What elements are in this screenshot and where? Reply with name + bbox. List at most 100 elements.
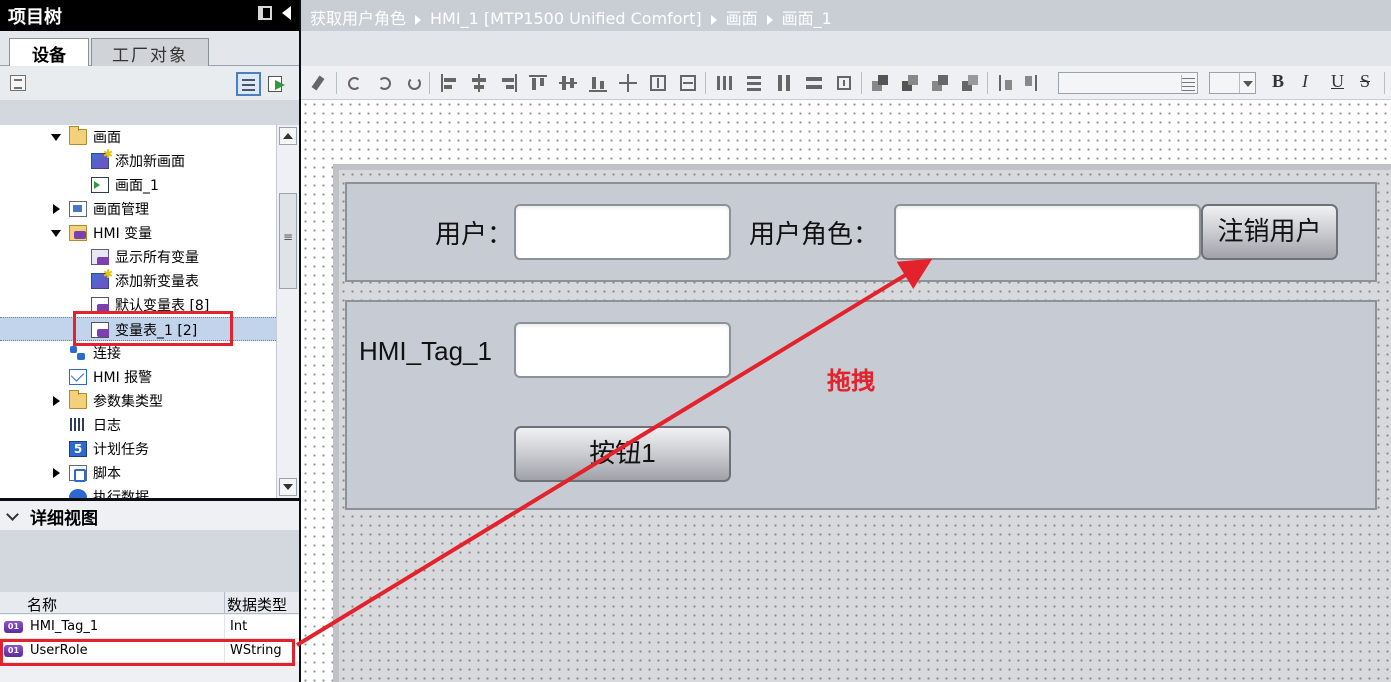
- breadcrumb-screen[interactable]: 画面_1: [782, 9, 832, 28]
- center-icon[interactable]: [619, 74, 639, 92]
- list-view-icon[interactable]: [236, 72, 261, 96]
- tree-item-runtime-data[interactable]: 执行数据: [0, 485, 276, 498]
- drag-annotation: 拖拽: [827, 367, 875, 395]
- center-vertical-icon[interactable]: [649, 74, 669, 92]
- details-row-hmi-tag-1[interactable]: 01 HMI_Tag_1 Int: [0, 615, 299, 639]
- scheduled-tasks-icon: 5: [69, 441, 87, 457]
- strikethrough-button[interactable]: S: [1360, 71, 1370, 92]
- italic-button[interactable]: I: [1302, 71, 1308, 92]
- tree-item-screens[interactable]: 画面: [0, 125, 276, 149]
- expand-arrow-icon[interactable]: [51, 134, 61, 141]
- tree-item-hmi-alarms[interactable]: HMI 报警: [0, 365, 276, 389]
- editor-tab-strip: [301, 31, 1391, 66]
- align-bottom-icon[interactable]: [589, 74, 609, 92]
- tree-item-label: 执行数据: [93, 490, 149, 498]
- align-left-icon[interactable]: [439, 74, 459, 92]
- align-top-icon[interactable]: [529, 74, 549, 92]
- user-label[interactable]: 用户：: [435, 214, 513, 251]
- expand-arrow-icon[interactable]: [51, 230, 61, 237]
- tree-item-label: 脚本: [93, 466, 121, 482]
- tree-item-add-screen[interactable]: 添加新画面: [0, 147, 276, 173]
- move-down-icon[interactable]: [1023, 74, 1043, 92]
- column-datatype-header[interactable]: 数据类型: [227, 594, 287, 615]
- user-io-field[interactable]: [514, 204, 731, 260]
- tab-plant-objects[interactable]: 工厂对象: [91, 38, 209, 66]
- align-middle-icon[interactable]: [559, 74, 579, 92]
- hmi-screen[interactable]: 用户： 用户角色： 注销用户 HMI_Tag_1 按钮1: [333, 164, 1391, 682]
- underline-button[interactable]: U: [1331, 71, 1344, 92]
- format-painter-icon[interactable]: [311, 74, 331, 92]
- same-width-icon[interactable]: [805, 74, 825, 92]
- expand-arrow-icon[interactable]: [53, 468, 60, 478]
- tree-item-label: 画面: [93, 130, 121, 146]
- rotate-icon[interactable]: [405, 74, 425, 92]
- chevron-down-icon[interactable]: [1239, 73, 1255, 93]
- list-icon[interactable]: [1181, 75, 1195, 91]
- breadcrumb-project[interactable]: 获取用户角色: [310, 9, 406, 28]
- project-tree-title: 项目树: [8, 7, 62, 28]
- rotate-left-icon[interactable]: [345, 74, 365, 92]
- user-role-label[interactable]: 用户角色：: [749, 214, 879, 251]
- distribute-horizontal-icon[interactable]: [715, 74, 735, 92]
- screen-editor: 获取用户角色 HMI_1 [MTP1500 Unified Comfort] 画面 画…: [301, 0, 1391, 682]
- chevron-down-icon[interactable]: [6, 508, 19, 521]
- tree-item-label: 画面管理: [93, 202, 149, 218]
- scroll-up-icon[interactable]: [279, 127, 297, 145]
- hmi-tags-folder-icon: [69, 225, 87, 241]
- center-horizontal-icon[interactable]: [679, 74, 699, 92]
- connections-icon: [69, 345, 87, 361]
- breadcrumb-screens[interactable]: 画面: [726, 9, 758, 28]
- tab-devices[interactable]: 设备: [9, 38, 89, 67]
- send-backward-icon[interactable]: [931, 74, 951, 92]
- column-name-header[interactable]: 名称: [27, 594, 57, 615]
- export-icon[interactable]: [268, 74, 288, 94]
- align-right-icon[interactable]: [499, 74, 519, 92]
- font-size-select[interactable]: [1209, 72, 1256, 94]
- tree-item-hmi-tags[interactable]: HMI 变量: [0, 221, 276, 245]
- scroll-thumb[interactable]: [279, 193, 297, 289]
- details-view-title: 详细视图: [30, 509, 98, 529]
- tree-item-scripts[interactable]: 脚本: [0, 461, 276, 485]
- bring-to-front-icon[interactable]: [871, 74, 891, 92]
- expand-arrow-icon[interactable]: [53, 204, 60, 214]
- tree-item-scheduled-tasks[interactable]: 5 计划任务: [0, 437, 276, 461]
- tag-panel[interactable]: HMI_Tag_1 按钮1: [345, 300, 1377, 510]
- user-role-io-field[interactable]: [894, 204, 1201, 260]
- move-up-icon[interactable]: [995, 74, 1015, 92]
- bring-forward-icon[interactable]: [901, 74, 921, 92]
- tree-item-logs[interactable]: 日志: [0, 413, 276, 437]
- tree-item-label: 连接: [93, 346, 121, 362]
- scripts-icon: [69, 465, 87, 482]
- distribute-vertical-icon[interactable]: [745, 74, 765, 92]
- breadcrumb-device[interactable]: HMI_1 [MTP1500 Unified Comfort]: [430, 9, 702, 28]
- user-panel[interactable]: 用户： 用户角色： 注销用户: [345, 182, 1377, 282]
- tree-item-add-tag-table[interactable]: 添加新变量表: [0, 267, 276, 293]
- folder-icon: [69, 126, 87, 145]
- logout-button[interactable]: 注销用户: [1201, 204, 1338, 260]
- tree-item-label: 添加新画面: [115, 154, 185, 170]
- expand-arrow-icon[interactable]: [53, 396, 60, 406]
- font-family-select[interactable]: [1058, 72, 1198, 94]
- overview-icon[interactable]: [10, 75, 26, 91]
- same-height-icon[interactable]: [775, 74, 795, 92]
- button-1[interactable]: 按钮1: [514, 426, 731, 482]
- project-tree-toolbar: [0, 66, 299, 100]
- tag-io-field[interactable]: [514, 322, 731, 378]
- tag-icon: 01: [4, 621, 23, 633]
- tree-item-screen-1[interactable]: 画面_1: [0, 173, 276, 197]
- bold-button[interactable]: B: [1272, 71, 1284, 92]
- split-view-icon[interactable]: [258, 6, 272, 20]
- details-view-header[interactable]: 详细视图: [0, 498, 299, 530]
- tree-scrollbar[interactable]: [276, 125, 299, 498]
- tree-item-parameter-set-types[interactable]: 参数集类型: [0, 389, 276, 413]
- same-size-icon[interactable]: [835, 74, 855, 92]
- tree-item-show-all-tags[interactable]: 显示所有变量: [0, 245, 276, 269]
- screen-management-icon: [69, 201, 87, 217]
- align-center-icon[interactable]: [469, 74, 489, 92]
- rotate-right-icon[interactable]: [375, 74, 395, 92]
- tree-item-screen-management[interactable]: 画面管理: [0, 197, 276, 221]
- collapse-panel-icon[interactable]: [282, 6, 291, 20]
- scroll-down-icon[interactable]: [279, 478, 297, 496]
- send-to-back-icon[interactable]: [961, 74, 981, 92]
- tag-label[interactable]: HMI_Tag_1: [359, 336, 492, 367]
